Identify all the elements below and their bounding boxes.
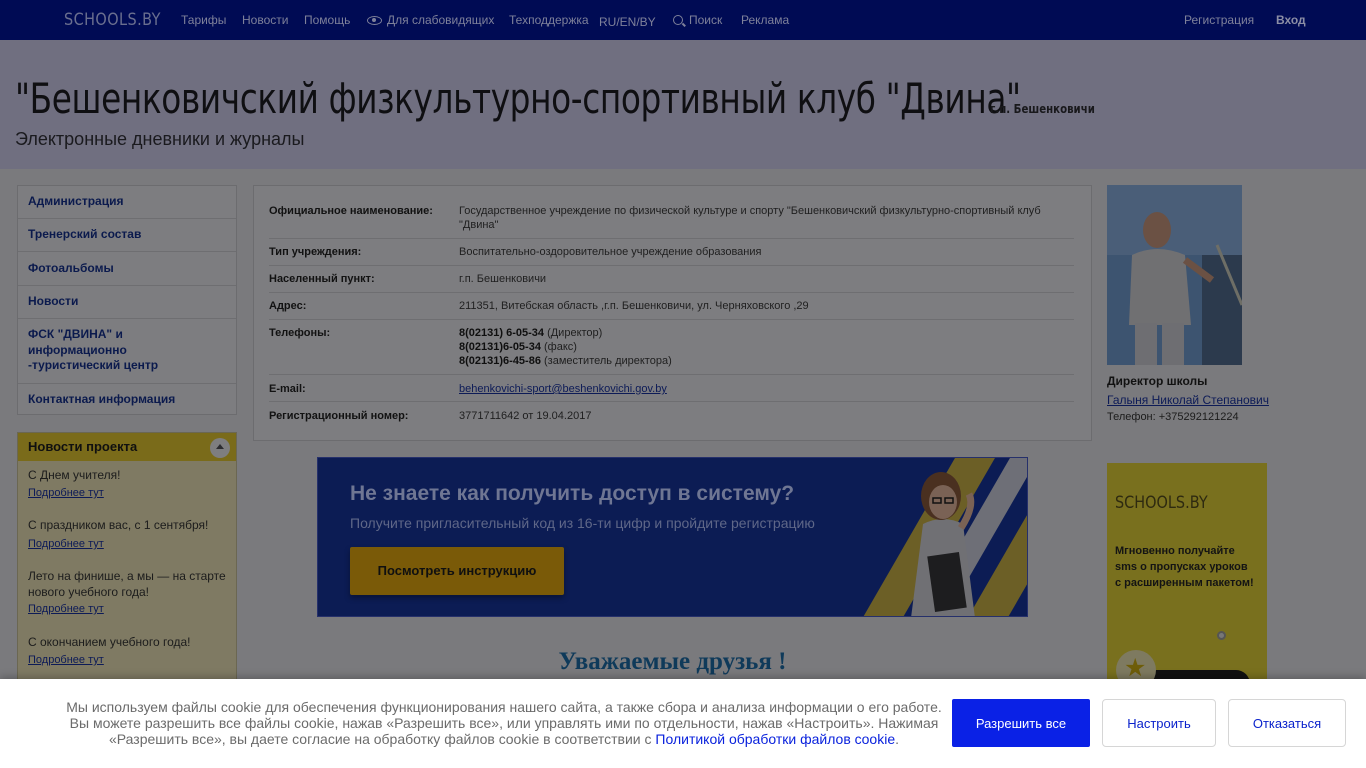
address-value: 211351, Витебская область ,г.п. Бешенков…	[459, 300, 809, 312]
locality-value: г.п. Бешенковичи	[459, 273, 547, 285]
news-item-title: С Днем учителя!	[28, 468, 121, 482]
divider	[269, 374, 1074, 375]
sidebar-item-administration[interactable]: Администрация	[28, 194, 123, 210]
sidebar-item-news[interactable]: Новости	[28, 294, 78, 310]
collapse-button[interactable]	[210, 438, 230, 458]
address-label: Адрес:	[269, 300, 307, 312]
access-instructions-banner[interactable]: Не знаете как получить доступ в систему?…	[317, 457, 1028, 617]
divider	[269, 238, 1074, 239]
divider	[18, 318, 236, 319]
nav-accessibility[interactable]: Для слабовидящих	[367, 13, 494, 27]
cookie-consent-bar: Мы используем файлы cookie для обеспечен…	[0, 679, 1366, 768]
news-item-link[interactable]: Подробнее тут	[28, 538, 104, 550]
nav-language[interactable]: RU/EN/BY	[599, 15, 656, 29]
register-link[interactable]: Регистрация	[1184, 13, 1254, 27]
news-item-title: С праздником вас, с 1 сентября!	[28, 518, 209, 532]
news-item-link[interactable]: Подробнее тут	[28, 654, 104, 666]
school-title: "Бешенковичский физкультурно-спортивный …	[15, 74, 1021, 123]
nav-support[interactable]: Техподдержка	[509, 13, 589, 27]
type-value: Воспитательно-оздоровительное учреждение…	[459, 246, 762, 258]
phone-note: (Директор)	[544, 327, 603, 339]
nav-help[interactable]: Помощь	[304, 13, 350, 27]
reg-number-label: Регистрационный номер:	[269, 410, 409, 422]
news-item-title: С окончанием учебного года!	[28, 635, 191, 649]
news-panel-header: Новости проекта	[18, 433, 236, 461]
news-item-title: Лето на финише, а мы — на старте нового …	[28, 569, 226, 599]
type-label: Тип учреждения:	[269, 246, 362, 258]
divider	[18, 218, 236, 219]
cookie-policy-link[interactable]: Политикой обработки файлов cookie	[655, 731, 895, 747]
divider	[18, 285, 236, 286]
director-photo	[1107, 185, 1242, 365]
phone-line: 8(02131)6-45-86 (заместитель директора)	[459, 354, 1069, 368]
divider	[269, 401, 1074, 402]
allow-all-button[interactable]: Разрешить все	[952, 699, 1090, 747]
ad-text: Мгновенно получайте sms о пропусках урок…	[1115, 545, 1254, 589]
email-link[interactable]: behenkovichi-sport@beshenkovichi.gov.by	[459, 383, 667, 395]
project-news-panel: Новости проекта С Днем учителя! Подробне…	[17, 432, 237, 692]
official-name-label: Официальное наименование:	[269, 205, 433, 217]
phone-line: 8(02131)6-05-34 (факс)	[459, 340, 1069, 354]
nav-ads[interactable]: Реклама	[741, 13, 789, 27]
locality-label: Населенный пункт:	[269, 273, 375, 285]
divider	[269, 319, 1074, 320]
email-label: E-mail:	[269, 383, 306, 395]
divider	[18, 251, 236, 252]
phones-label: Телефоны:	[269, 327, 331, 339]
school-header: "Бешенковичский физкультурно-спортивный …	[0, 40, 1366, 169]
news-panel-title: Новости проекта	[28, 439, 138, 454]
site-logo[interactable]: SCHOOLS.BY	[64, 10, 161, 30]
phone-note: (заместитель директора)	[540, 355, 672, 367]
phones-list: 8(02131) 6-05-34 (Директор) 8(02131)6-05…	[459, 326, 1069, 368]
news-item-link[interactable]: Подробнее тут	[28, 603, 104, 615]
director-name-link[interactable]: Галыня Николай Степанович	[1107, 393, 1269, 407]
sidebar-item-tourist-center[interactable]: ФСК "ДВИНА" и информационно -туристическ…	[28, 327, 188, 374]
greeting-heading: Уважаемые друзья !	[558, 648, 787, 675]
divider	[269, 265, 1074, 266]
divider	[269, 292, 1074, 293]
divider	[18, 383, 236, 384]
sidebar-item-photo-albums[interactable]: Фотоальбомы	[28, 261, 114, 277]
official-name-value: Государственное учреждение по физической…	[459, 205, 1041, 231]
woman-with-folder-illustration	[911, 472, 975, 616]
sidebar-item-contacts[interactable]: Контактная информация	[28, 392, 175, 408]
nav-search-label: Поиск	[689, 13, 723, 27]
search-icon	[673, 15, 683, 25]
news-item-link[interactable]: Подробнее тут	[28, 487, 104, 499]
cookie-consent-text: Мы используем файлы cookie для обеспечен…	[66, 699, 942, 747]
sms-ad-banner[interactable]: SCHOOLS.BY Мгновенно получайте sms о про…	[1107, 463, 1267, 693]
director-role: Директор школы	[1107, 374, 1208, 388]
phone-number: 8(02131)6-05-34	[459, 341, 541, 353]
ad-dot	[1217, 631, 1226, 640]
school-info-card: Официальное наименование: Государственно…	[253, 185, 1092, 441]
nav-search[interactable]: Поиск	[673, 13, 722, 27]
phone-line: 8(02131) 6-05-34 (Директор)	[459, 326, 1069, 340]
ad-logo: SCHOOLS.BY	[1115, 493, 1208, 513]
sidebar-menu: Администрация Тренерский состав Фотоальб…	[17, 185, 237, 415]
phone-number: 8(02131)6-45-86	[459, 355, 541, 367]
view-instructions-button[interactable]: Посмотреть инструкцию	[350, 547, 564, 595]
eye-icon	[367, 16, 382, 25]
director-phone: Телефон: +375292121224	[1107, 411, 1239, 423]
top-navbar: SCHOOLS.BY Тарифы Новости Помощь Для сла…	[0, 0, 1366, 40]
sidebar-item-coaches[interactable]: Тренерский состав	[28, 227, 141, 243]
refuse-button[interactable]: Отказаться	[1228, 699, 1346, 747]
login-link[interactable]: Вход	[1276, 13, 1306, 27]
view-instructions-label: Посмотреть инструкцию	[377, 563, 537, 578]
email-value: behenkovichi-sport@beshenkovichi.gov.by	[459, 382, 1069, 396]
nav-accessibility-label: Для слабовидящих	[387, 13, 495, 27]
nav-tariffs[interactable]: Тарифы	[181, 13, 226, 27]
phone-note: (факс)	[540, 341, 577, 353]
school-location: г.п. Бешенковичи	[990, 102, 1095, 116]
phone-number: 8(02131) 6-05-34	[459, 327, 545, 339]
header-subtitle: Электронные дневники и журналы	[15, 129, 305, 149]
banner-heading: Не знаете как получить доступ в систему?	[350, 482, 795, 505]
banner-subtext: Получите пригласительный код из 16-ти ци…	[350, 515, 815, 531]
reg-number-value: 3771711642 от 19.04.2017	[459, 410, 592, 422]
nav-news[interactable]: Новости	[242, 13, 288, 27]
configure-button[interactable]: Настроить	[1102, 699, 1216, 747]
